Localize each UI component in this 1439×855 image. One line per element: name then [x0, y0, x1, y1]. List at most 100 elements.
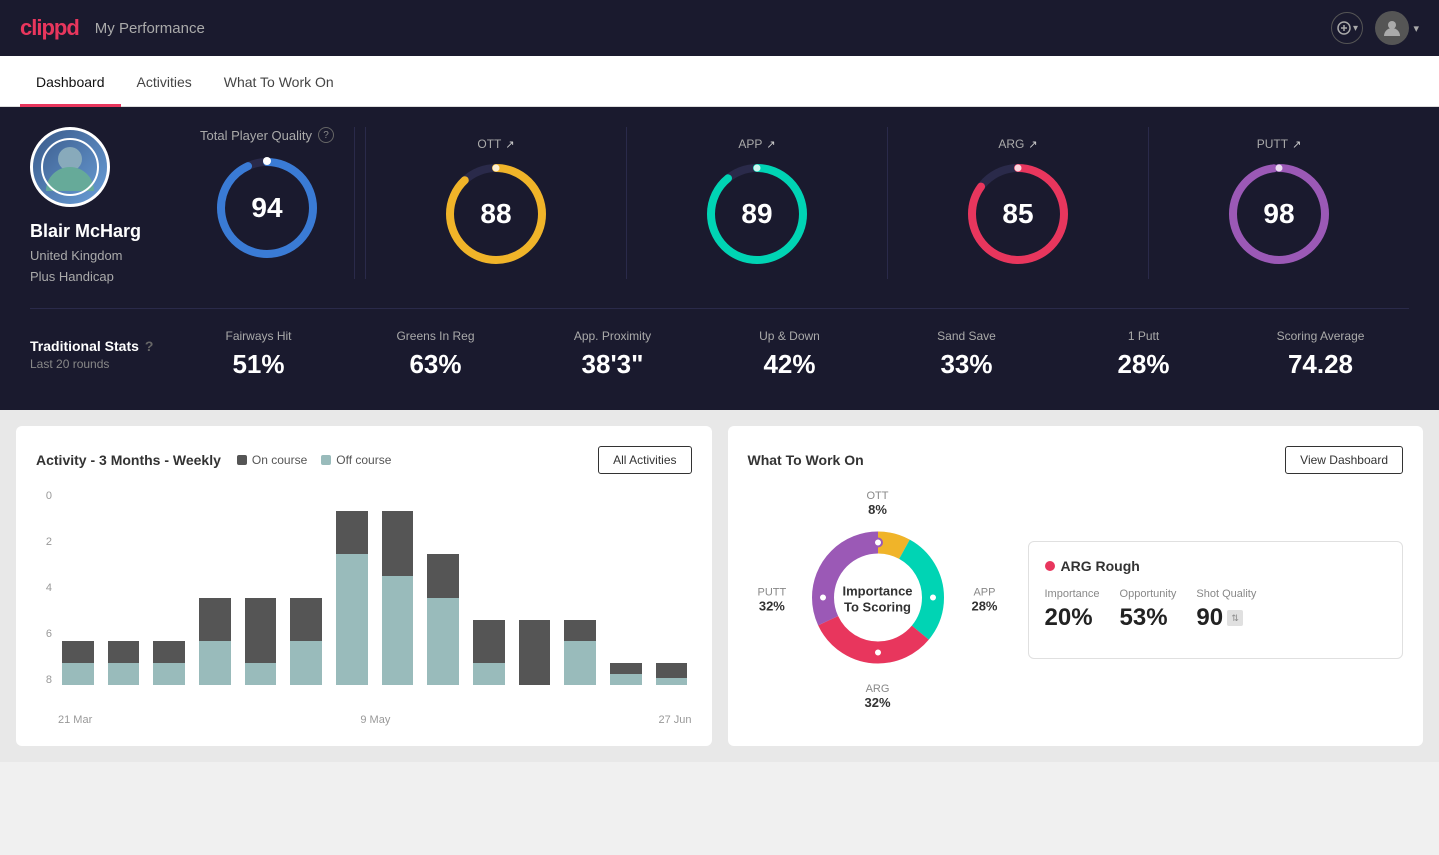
bar-on-course [564, 620, 596, 642]
bar-stack [606, 490, 646, 686]
stat-item-1: Greens In Reg 63% [347, 329, 524, 380]
add-button[interactable]: ▾ [1331, 12, 1363, 44]
stat-item-5: 1 Putt 28% [1055, 329, 1232, 380]
legend-on-course: On course [237, 453, 307, 467]
stat-name-6: Scoring Average [1232, 329, 1409, 343]
stat-value-0: 51% [170, 349, 347, 380]
on-course-dot [237, 455, 247, 465]
bar-off-course [473, 663, 505, 685]
bar-stack [652, 490, 692, 686]
bar-group [469, 490, 509, 686]
donut-center-text: Importance To Scoring [842, 583, 912, 617]
stats-label-section: Traditional Stats ? Last 20 rounds [30, 338, 170, 371]
info-metrics: Importance 20% Opportunity 53% Shot Qual… [1045, 588, 1387, 632]
chart-header: Activity - 3 Months - Weekly On course O… [36, 446, 692, 474]
stat-name-4: Sand Save [878, 329, 1055, 343]
bar-group [560, 490, 600, 686]
user-avatar-button[interactable]: ▾ [1375, 11, 1419, 45]
bar-off-course [153, 663, 185, 685]
app-label: APP ↗ [738, 137, 775, 151]
arrow-icon: ↗ [1028, 138, 1037, 151]
bar-group [195, 490, 235, 686]
sort-icon: ⇅ [1227, 610, 1243, 626]
bar-group [652, 490, 692, 686]
stat-item-2: App. Proximity 38'3" [524, 329, 701, 380]
bar-stack [104, 490, 144, 686]
bar-off-course [62, 663, 94, 685]
bar-group [286, 490, 326, 686]
stat-value-3: 42% [701, 349, 878, 380]
stat-item-3: Up & Down 42% [701, 329, 878, 380]
bottom-section: Activity - 3 Months - Weekly On course O… [0, 410, 1439, 762]
bar-on-course [336, 511, 368, 555]
bar-stack [515, 490, 555, 686]
bar-on-course [519, 620, 551, 685]
player-name: Blair McHarg [30, 221, 141, 242]
red-dot-icon [1045, 561, 1055, 571]
bar-off-course [656, 678, 688, 685]
arg-value: 85 [1002, 198, 1033, 230]
stat-item-4: Sand Save 33% [878, 329, 1055, 380]
bar-group [515, 490, 555, 686]
total-player-quality: Total Player Quality ? 94 [200, 127, 355, 279]
bar-off-course [336, 554, 368, 685]
stats-help-icon[interactable]: ? [145, 338, 154, 354]
stats-label: Traditional Stats ? [30, 338, 170, 354]
header-left: clippd My Performance [20, 15, 205, 41]
view-dashboard-button[interactable]: View Dashboard [1285, 446, 1403, 474]
donut-chart: Importance To Scoring [803, 523, 953, 678]
bar-chart-area: 8 6 4 2 0 [36, 490, 692, 726]
ott-value: 88 [480, 198, 511, 230]
chart-legend: On course Off course [237, 453, 392, 467]
score-cards: OTT ↗ 88 APP ↗ 89 ARG ↗ [365, 127, 1409, 279]
stat-value-2: 38'3" [524, 349, 701, 380]
score-card-app: APP ↗ 89 [626, 127, 887, 279]
stat-value-4: 33% [878, 349, 1055, 380]
stats-items: Fairways Hit 51% Greens In Reg 63% App. … [170, 329, 1409, 380]
bar-stack [469, 490, 509, 686]
ott-label: OTT 8% [867, 490, 889, 517]
performance-panel: Blair McHarg United Kingdom Plus Handica… [0, 107, 1439, 410]
bar-off-course [290, 641, 322, 685]
bar-stack [560, 490, 600, 686]
off-course-dot [321, 455, 331, 465]
all-activities-button[interactable]: All Activities [598, 446, 691, 474]
work-title: What To Work On [748, 452, 864, 468]
player-country: United Kingdom [30, 248, 123, 263]
header-title: My Performance [95, 20, 205, 37]
work-header: What To Work On View Dashboard [748, 446, 1404, 474]
logo-text: clippd [20, 15, 79, 41]
bar-off-course [382, 576, 414, 685]
tab-what-to-work-on[interactable]: What To Work On [208, 56, 350, 107]
chart-title: Activity - 3 Months - Weekly [36, 452, 221, 468]
tab-dashboard[interactable]: Dashboard [20, 56, 121, 107]
tab-activities[interactable]: Activities [121, 56, 208, 107]
bar-off-course [108, 663, 140, 685]
bar-on-course [199, 598, 231, 642]
x-label-may: 9 May [360, 714, 390, 726]
bar-off-course [564, 641, 596, 685]
y-label-8: 8 [36, 674, 52, 686]
bar-off-course [245, 663, 277, 685]
y-label-4: 4 [36, 582, 52, 594]
tpq-gauge: 94 [212, 153, 322, 263]
bar-on-course [427, 554, 459, 598]
stat-name-0: Fairways Hit [170, 329, 347, 343]
logo: clippd [20, 15, 79, 41]
bar-stack [58, 490, 98, 686]
bar-on-course [610, 663, 642, 674]
bar-on-course [153, 641, 185, 663]
help-icon[interactable]: ? [318, 127, 334, 143]
bar-group [58, 490, 98, 686]
putt-label: PUTT 32% [758, 587, 787, 614]
score-card-putt: PUTT ↗ 98 [1148, 127, 1409, 279]
what-to-work-on-panel: What To Work On View Dashboard OTT 8% AP… [728, 426, 1424, 746]
info-card: ARG Rough Importance 20% Opportunity 53%… [1028, 541, 1404, 659]
bar-stack [286, 490, 326, 686]
bar-off-course [427, 598, 459, 685]
work-content: OTT 8% APP 28% ARG 32% PUTT 32% [748, 490, 1404, 710]
bar-stack [423, 490, 463, 686]
bar-on-course [382, 511, 414, 576]
bar-on-course [473, 620, 505, 664]
bar-off-course [199, 641, 231, 685]
